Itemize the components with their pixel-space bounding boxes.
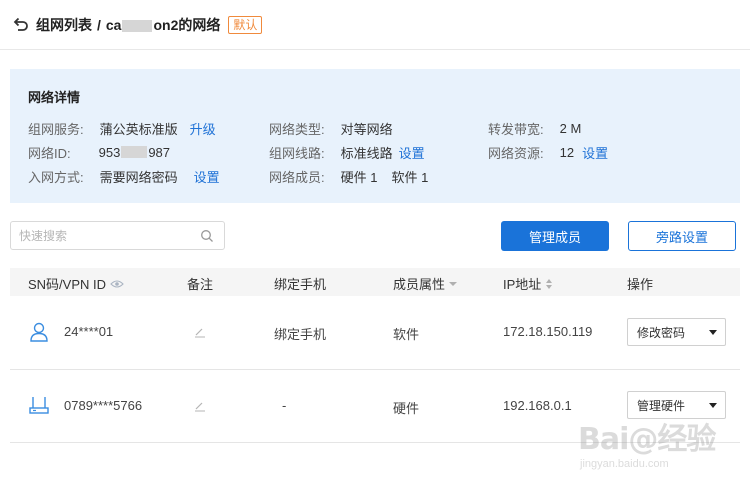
resource-settings-link[interactable]: 设置 [582,143,608,162]
line-label: 组网线路: [269,145,325,161]
network-name-suffix: on2的网络 [153,16,221,33]
masked-text [122,19,153,32]
join-settings-link[interactable]: 设置 [194,167,220,186]
action-dropdown[interactable]: 修改密码 [627,318,726,346]
bandwidth-value: 2 M [559,120,582,136]
network-id-suffix: 987 [148,144,171,160]
eye-icon[interactable] [110,279,124,289]
member-phone: - [282,398,287,413]
member-attribute: 硬件 [393,401,420,416]
join-label: 入网方式: [28,169,84,185]
action-selected-value: 管理硬件 [637,398,686,413]
join-method-info: 入网方式: 需要网络密码 设置 [28,167,220,185]
breadcrumb-separator: / [97,16,101,33]
bandwidth-label: 转发带宽: [488,121,544,137]
service-value: 蒲公英标准版 [99,121,178,137]
default-badge: 默认 [228,15,263,34]
column-header-ip[interactable]: IP地址 [503,274,553,293]
type-value: 对等网络 [340,121,393,137]
back-icon[interactable] [12,16,30,34]
masked-text [121,146,148,158]
manage-members-button[interactable]: 管理成员 [501,221,609,251]
watermark-text: Bai@经验 [578,422,716,457]
column-header-action: 操作 [627,277,654,292]
resource-info: 网络资源: 12 设置 [488,143,608,161]
router-icon [29,397,49,414]
column-header-attribute[interactable]: 成员属性 [393,274,458,293]
table-row: 24****01 绑定手机 软件 172.18.150.119 修改密码 [10,296,740,370]
member-id: 0789****5766 [64,398,143,413]
edit-remark-icon[interactable] [194,326,206,338]
sort-icon[interactable] [545,278,553,290]
bypass-settings-button[interactable]: 旁路设置 [628,221,736,251]
search-icon[interactable] [200,229,214,243]
join-value: 需要网络密码 [99,169,178,185]
details-title: 网络详情 [28,90,81,105]
page-header: 组网列表 / ca on2的网络 默认 [0,0,750,50]
member-ip: 172.18.150.119 [503,324,593,339]
upgrade-link[interactable]: 升级 [190,119,216,138]
column-attribute-label: 成员属性 [393,277,446,292]
member-attribute: 软件 [393,327,420,342]
resource-value: 12 [559,144,575,160]
network-id-label: 网络ID: [28,145,71,161]
type-info: 网络类型: 对等网络 [269,119,393,137]
line-value: 标准线路 [340,145,393,161]
network-id-prefix: 953 [98,144,121,160]
members-info: 网络成员: 硬件 1 软件 1 [269,167,428,185]
members-hardware: 硬件 1 [340,169,378,185]
baidu-jingyan-watermark: Bai@经验 jingyan.baidu.com [578,414,738,474]
search-box[interactable] [10,221,225,250]
column-ip-label: IP地址 [503,277,542,292]
type-label: 网络类型: [269,121,325,137]
line-settings-link[interactable]: 设置 [399,143,425,162]
members-label: 网络成员: [269,169,325,185]
column-header-phone: 绑定手机 [274,277,327,292]
service-info: 组网服务: 蒲公英标准版 升级 [28,119,216,137]
chevron-down-icon [709,330,717,335]
service-label: 组网服务: [28,121,84,137]
resource-label: 网络资源: [488,145,544,161]
network-id-info: 网络ID: 953 987 [28,143,170,161]
member-id: 24****01 [64,324,114,339]
search-input[interactable] [19,228,189,243]
bandwidth-info: 转发带宽: 2 M [488,119,581,137]
chevron-down-icon [709,403,717,408]
member-ip: 192.168.0.1 [503,398,572,413]
line-info: 组网线路: 标准线路 设置 [269,143,425,161]
breadcrumb-network-name: ca on2的网络 [106,15,220,35]
column-header-remark: 备注 [187,277,214,292]
members-software: 软件 1 [391,169,429,185]
network-details-panel: 网络详情 组网服务: 蒲公英标准版 升级 网络ID: 953 987 入网方式:… [10,69,740,203]
watermark-subtext: jingyan.baidu.com [580,458,669,470]
network-name-prefix: ca [105,16,122,33]
filter-caret-icon[interactable] [449,281,458,287]
column-header-sn: SN码/VPN ID [28,274,124,293]
edit-remark-icon[interactable] [194,400,206,412]
table-header: SN码/VPN ID 备注 绑定手机 成员属性 IP地址 操作 [10,268,740,296]
action-selected-value: 修改密码 [637,325,686,340]
user-icon [30,322,48,342]
bind-phone-link[interactable]: 绑定手机 [274,324,326,343]
breadcrumb-network-list[interactable]: 组网列表 [36,15,92,35]
column-sn-label: SN码/VPN ID [28,277,107,292]
